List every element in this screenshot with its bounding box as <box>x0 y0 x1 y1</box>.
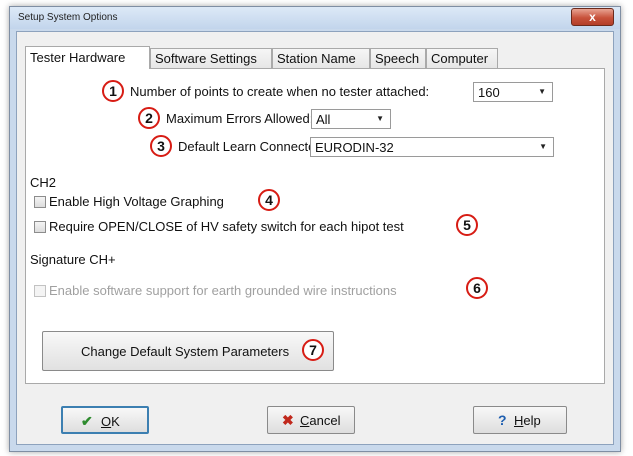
change-default-params-button[interactable]: Change Default System Parameters <box>42 331 334 371</box>
window-title: Setup System Options <box>18 12 118 23</box>
callout-badge-4: 4 <box>258 189 280 211</box>
max-errors-value: All <box>316 112 331 127</box>
learn-connector-combobox[interactable]: EURODIN-32 ▼ <box>310 137 554 157</box>
x-icon: ✖ <box>282 412 294 428</box>
ch2-heading: CH2 <box>30 175 57 190</box>
close-icon: x <box>589 10 596 24</box>
max-errors-combobox[interactable]: All ▼ <box>311 109 391 129</box>
tab-tester-hardware[interactable]: Tester Hardware <box>25 46 150 69</box>
tab-computer[interactable]: Computer <box>426 48 498 68</box>
chevron-down-icon: ▼ <box>539 142 547 151</box>
learn-connector-value: EURODIN-32 <box>315 140 394 155</box>
callout-badge-6: 6 <box>466 277 488 299</box>
change-default-params-label: Change Default System Parameters <box>81 344 290 359</box>
callout-badge-5: 5 <box>456 214 478 236</box>
setup-dialog: Setup System Options x Tester Hardware S… <box>9 6 621 452</box>
callout-badge-7: 7 <box>302 339 324 361</box>
ok-label: OK <box>101 414 120 429</box>
high-voltage-checkbox[interactable] <box>34 196 46 208</box>
help-label: Help <box>514 413 541 428</box>
callout-badge-3: 3 <box>150 135 172 157</box>
checkmark-icon: ✔ <box>81 413 93 429</box>
tab-station-name[interactable]: Station Name <box>272 48 370 68</box>
hv-switch-checkbox[interactable] <box>34 221 46 233</box>
high-voltage-label[interactable]: Enable High Voltage Graphing <box>49 194 224 209</box>
tab-panel-tester-hardware: 1 Number of points to create when no tes… <box>25 68 605 384</box>
tab-speech[interactable]: Speech <box>370 48 426 68</box>
points-combobox[interactable]: 160 ▼ <box>473 82 553 102</box>
hv-switch-label[interactable]: Require OPEN/CLOSE of HV safety switch f… <box>49 219 404 234</box>
cancel-label: Cancel <box>300 413 341 428</box>
max-errors-label: Maximum Errors Allowed: <box>166 111 314 126</box>
ok-button[interactable]: ✔ OK <box>61 406 149 434</box>
dialog-client: Tester Hardware Software Settings Statio… <box>16 31 614 445</box>
points-label: Number of points to create when no teste… <box>130 84 430 99</box>
tab-software-settings[interactable]: Software Settings <box>150 48 272 68</box>
callout-badge-2: 2 <box>138 107 160 129</box>
callout-badge-1: 1 <box>102 80 124 102</box>
learn-connector-label: Default Learn Connector: <box>178 139 324 154</box>
chevron-down-icon: ▼ <box>538 87 546 96</box>
points-value: 160 <box>478 85 500 100</box>
question-icon: ? <box>498 412 507 428</box>
close-button[interactable]: x <box>571 8 614 26</box>
signature-heading: Signature CH+ <box>30 252 116 267</box>
cancel-button[interactable]: ✖ Cancel <box>267 406 355 434</box>
chevron-down-icon: ▼ <box>376 114 384 123</box>
earth-ground-checkbox <box>34 285 46 297</box>
earth-ground-label: Enable software support for earth ground… <box>49 283 397 298</box>
help-button[interactable]: ? Help <box>473 406 567 434</box>
title-bar[interactable]: Setup System Options x <box>10 7 620 29</box>
